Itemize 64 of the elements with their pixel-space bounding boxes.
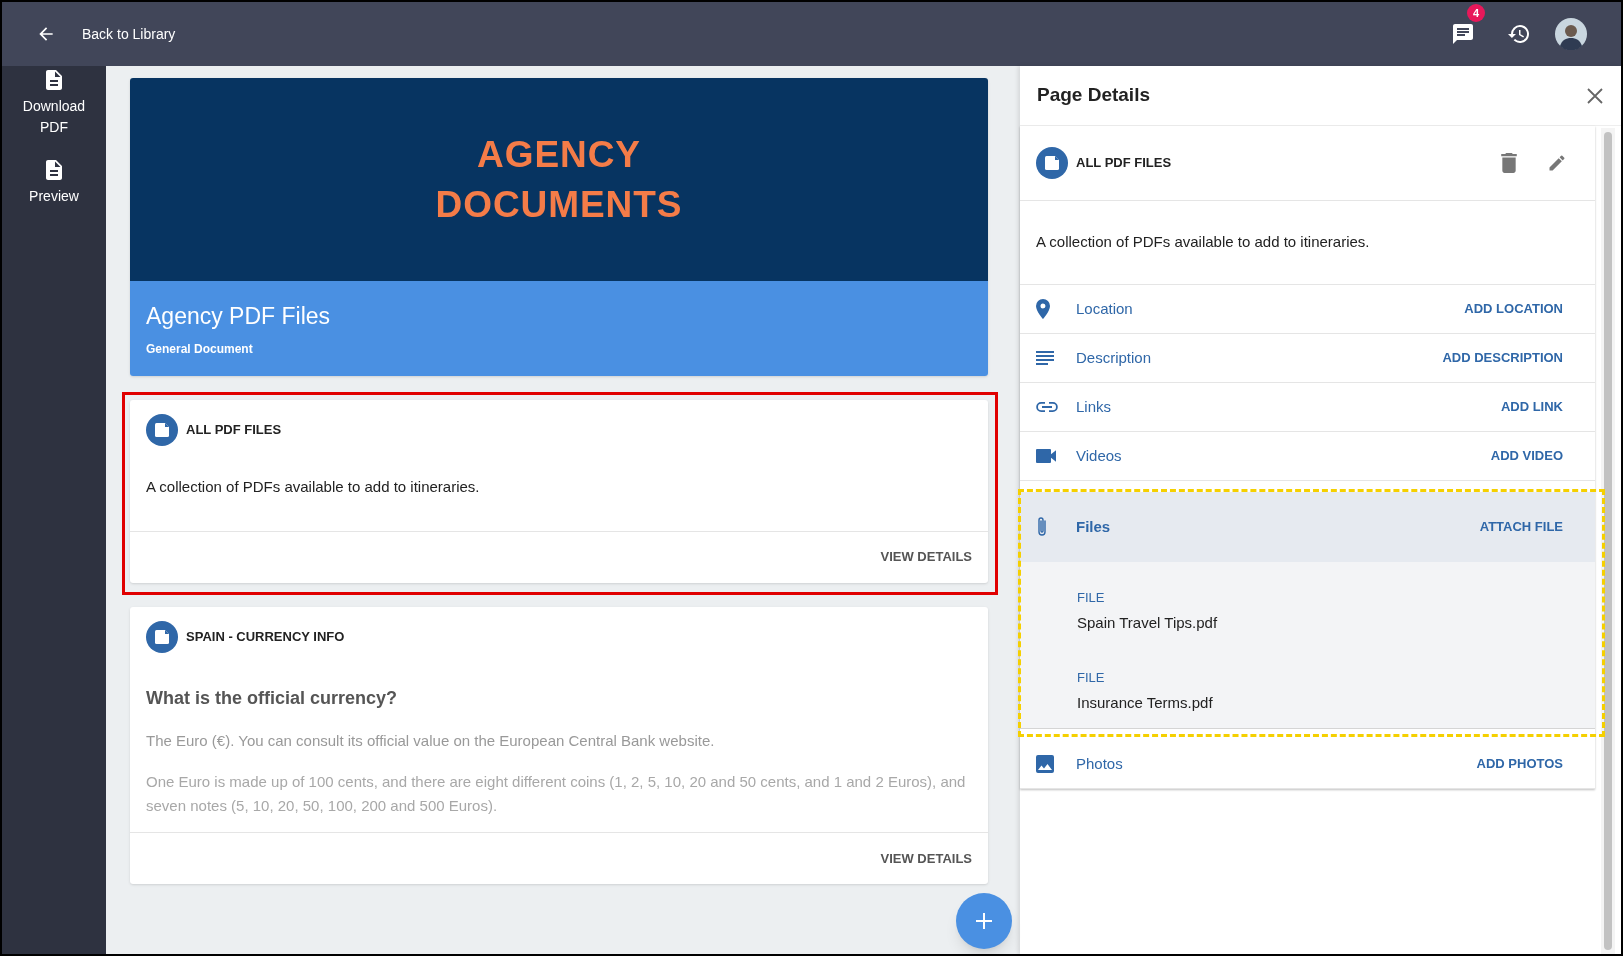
row-label: Videos — [1076, 445, 1123, 466]
view-details-button[interactable]: VIEW DETAILS — [880, 848, 972, 869]
sidebar-button[interactable]: Download PDF — [9, 70, 99, 138]
file-type-label: FILE — [1077, 589, 1106, 607]
document-icon — [46, 70, 62, 90]
add-button[interactable]: ADD PHOTOS — [1476, 754, 1563, 774]
banner-title: Agency PDF Files — [146, 302, 332, 331]
scrollbar[interactable] — [1601, 128, 1615, 954]
sidebar-button[interactable]: Preview — [9, 160, 99, 207]
image-icon — [1036, 755, 1054, 773]
banner-heading-line: DOCUMENTS — [435, 182, 683, 227]
document-icon — [1036, 147, 1068, 179]
row-label: Links — [1076, 396, 1113, 417]
file-name-link[interactable]: Insurance Terms.pdf — [1077, 691, 1213, 714]
banner-heading-line: AGENCY — [477, 132, 641, 177]
detail-row[interactable]: Files ATTACH FILE — [1020, 492, 1595, 562]
card-title: ALL PDF FILES — [186, 421, 282, 440]
file-name-link[interactable]: Spain Travel Tips.pdf — [1077, 611, 1218, 634]
detail-row[interactable]: Photos ADD PHOTOS — [1020, 740, 1595, 789]
close-icon[interactable] — [1586, 86, 1604, 105]
video-camera-icon — [1036, 449, 1056, 463]
add-button[interactable]: ATTACH FILE — [1479, 517, 1563, 537]
history-icon[interactable] — [1507, 22, 1531, 46]
card-title: SPAIN - CURRENCY INFO — [186, 627, 345, 646]
location-pin-icon — [1036, 299, 1050, 319]
row-label: Description — [1076, 347, 1153, 368]
notification-badge: 4 — [1467, 4, 1485, 22]
document-icon — [46, 160, 62, 180]
view-details-button[interactable]: VIEW DETAILS — [880, 547, 972, 567]
card-text: One Euro is made up of 100 cents, and there are eight different coins (1, 2, 5, 10, 20 and 50 cents, and 1 and 2 Euros), and seven notes (5, 10, 20, 50, 100, 200 and 500 Euros). — [146, 772, 967, 816]
item-title: ALL PDF FILES — [1076, 154, 1173, 173]
add-fab[interactable] — [956, 893, 1012, 949]
trash-icon[interactable] — [1501, 153, 1517, 173]
detail-row[interactable]: Description ADD DESCRIPTION — [1020, 334, 1595, 383]
add-button[interactable]: ADD DESCRIPTION — [1442, 348, 1563, 368]
add-button[interactable]: ADD LINK — [1500, 397, 1563, 417]
link-icon — [1036, 401, 1058, 413]
document-icon — [146, 620, 178, 653]
panel-title: Page Details — [1037, 83, 1151, 108]
back-link[interactable]: Back to Library — [36, 23, 176, 45]
add-button[interactable]: ADD VIDEO — [1490, 446, 1563, 466]
card-text: The Euro (€). You can consult its official value on the European Central Bank website. — [146, 730, 716, 751]
page-card[interactable] — [130, 606, 988, 884]
row-label: Files — [1076, 516, 1112, 537]
detail-row[interactable]: Links ADD LINK — [1020, 383, 1595, 432]
row-label: Location — [1076, 298, 1134, 319]
plus-icon — [974, 911, 994, 931]
detail-row[interactable]: Videos ADD VIDEO — [1020, 432, 1595, 481]
item-description: A collection of PDFs available to add to itineraries. — [1036, 232, 1370, 253]
edit-icon[interactable] — [1547, 153, 1567, 173]
add-button[interactable]: ADD LOCATION — [1464, 299, 1563, 319]
card-text: A collection of PDFs available to add to itineraries. — [146, 477, 481, 497]
avatar-icon[interactable] — [1555, 18, 1587, 50]
back-label: Back to Library — [82, 24, 176, 44]
page-card[interactable]: ALL PDF FILES A collection of PDFs available to add to itineraries. VIEW DETAILS — [130, 400, 988, 583]
text-lines-icon — [1036, 350, 1054, 366]
chat-icon[interactable] — [1451, 22, 1475, 46]
row-label: Photos — [1076, 753, 1124, 774]
document-icon — [146, 414, 178, 446]
file-type-label: FILE — [1077, 669, 1106, 687]
card-heading: What is the official currency? — [146, 686, 399, 710]
banner-subtitle: General Document — [146, 340, 254, 358]
detail-row[interactable]: Location ADD LOCATION — [1020, 285, 1595, 334]
paperclip-icon — [1036, 516, 1048, 538]
